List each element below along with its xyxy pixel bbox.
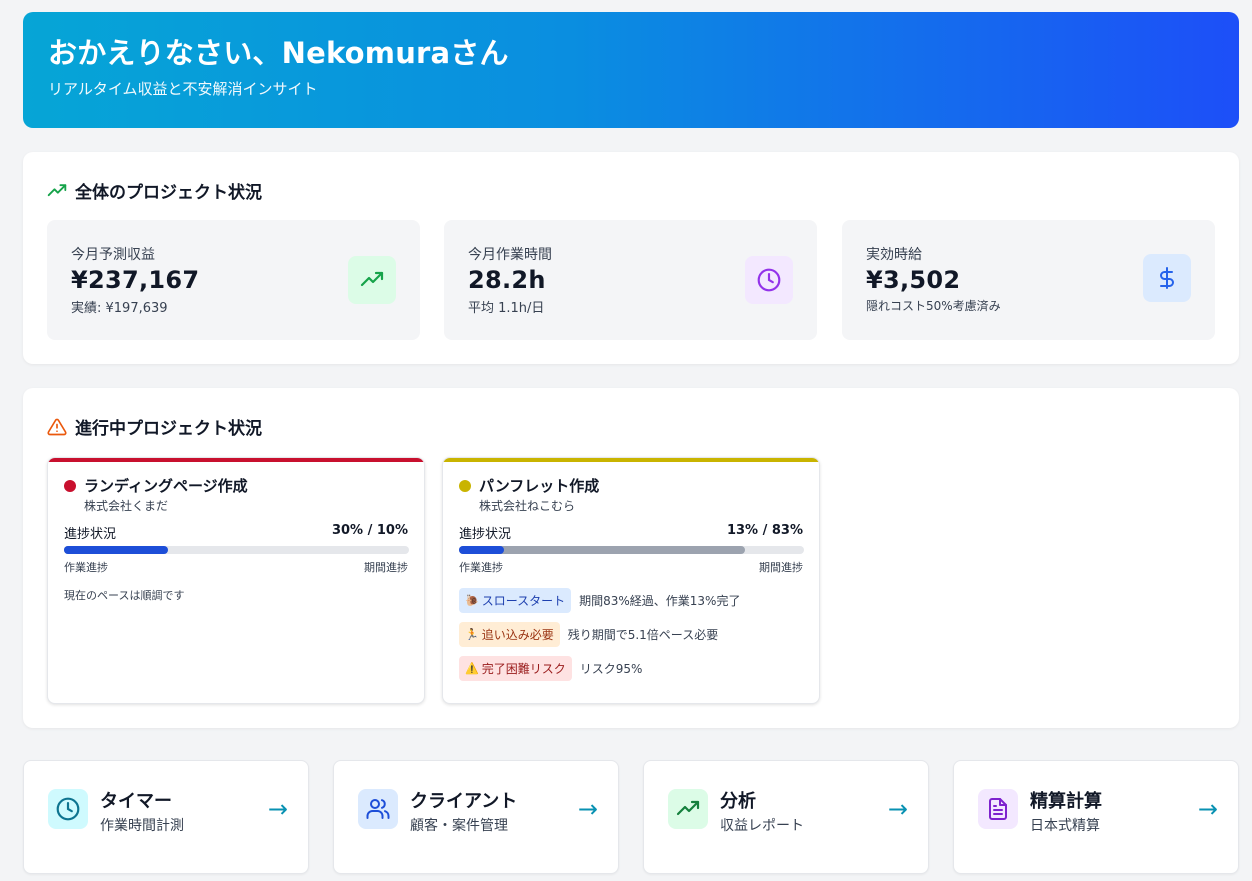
progress-label: 進捗状況 [64, 527, 117, 542]
pace-note: 現在のペースは順調です [64, 589, 185, 602]
period-progress-caption: 期間進捗 [364, 561, 408, 574]
dollar-icon [1143, 254, 1191, 302]
nav-subtitle: 作業時間計測 [100, 818, 184, 834]
nav-card-analytics[interactable]: 分析 収益レポート → [643, 760, 929, 874]
stat-work-hours: 今月作業時間 28.2h 平均 1.1h/日 [444, 220, 817, 340]
slow-start-badge: 🐌 スロースタート [459, 588, 572, 613]
nav-card-clients[interactable]: クライアント 顧客・案件管理 → [333, 760, 619, 874]
risk-badge: ⚠️ 完了困難リスク [459, 656, 572, 681]
trending-up-icon [47, 183, 67, 196]
insight-row-slow-start: 🐌 スロースタート 期間83%経過、作業13%完了 [459, 588, 740, 613]
status-bar [48, 458, 424, 462]
nav-title: 精算計算 [1030, 791, 1102, 812]
period-progress-caption: 期間進捗 [759, 561, 803, 574]
project-name: パンフレット作成 [479, 477, 600, 495]
work-progress-bar [459, 546, 504, 554]
nav-subtitle: 顧客・案件管理 [410, 818, 508, 834]
project-client: 株式会社くまだ [84, 499, 169, 513]
document-icon [978, 789, 1018, 829]
arrow-right-icon: → [577, 795, 598, 823]
arrow-right-icon: → [1197, 795, 1218, 823]
nav-title: タイマー [100, 791, 172, 812]
progress-track [64, 546, 409, 554]
nav-title: 分析 [720, 791, 756, 812]
arrow-right-icon: → [267, 795, 288, 823]
users-icon [358, 789, 398, 829]
project-card-pamphlet[interactable]: パンフレット作成 株式会社ねこむら 進捗状況 13% / 83% 作業進捗 期間… [442, 457, 820, 704]
overview-card: 全体のプロジェクト状況 今月予測収益 ¥237,167 実績: ¥197,639… [23, 152, 1239, 364]
progress-track [459, 546, 804, 554]
work-progress-caption: 作業進捗 [64, 561, 108, 574]
projects-card: 進行中プロジェクト状況 ランディングページ作成 株式会社くまだ 進捗状況 30%… [23, 388, 1239, 728]
insight-row-risk: ⚠️ 完了困難リスク リスク95% [459, 656, 642, 681]
warning-icon [47, 418, 67, 435]
progress-value: 30% / 10% [331, 523, 408, 538]
catch-up-badge: 🏃 追い込み必要 [459, 622, 560, 647]
trending-up-icon [348, 256, 396, 304]
trending-up-icon [668, 789, 708, 829]
project-client: 株式会社ねこむら [479, 499, 576, 513]
nav-card-settlement[interactable]: 精算計算 日本式精算 → [953, 760, 1239, 874]
clock-icon [745, 256, 793, 304]
runner-icon: 🏃 [465, 628, 479, 641]
status-dot [459, 480, 471, 492]
welcome-heading: おかえりなさい、Nekomuraさん [48, 36, 509, 70]
nav-subtitle: 収益レポート [720, 818, 804, 834]
welcome-subtitle: リアルタイム収益と不安解消インサイト [48, 80, 318, 98]
projects-title: 進行中プロジェクト状況 [47, 414, 262, 439]
nav-card-timer[interactable]: タイマー 作業時間計測 → [23, 760, 309, 874]
stat-projected-revenue: 今月予測収益 ¥237,167 実績: ¥197,639 [47, 220, 420, 340]
nav-subtitle: 日本式精算 [1030, 818, 1100, 834]
status-dot [64, 480, 76, 492]
project-name: ランディングページ作成 [84, 477, 248, 495]
warning-icon: ⚠️ [465, 662, 479, 675]
work-progress-caption: 作業進捗 [459, 561, 503, 574]
clock-icon [48, 789, 88, 829]
project-card-landing-page[interactable]: ランディングページ作成 株式会社くまだ 進捗状況 30% / 10% 作業進捗 … [47, 457, 425, 704]
overview-title: 全体のプロジェクト状況 [47, 178, 262, 203]
nav-title: クライアント [410, 791, 518, 812]
work-progress-bar [64, 546, 168, 554]
insight-row-catch-up: 🏃 追い込み必要 残り期間で5.1倍ペース必要 [459, 622, 718, 647]
status-bar [443, 458, 819, 462]
welcome-banner: おかえりなさい、Nekomuraさん リアルタイム収益と不安解消インサイト [23, 12, 1239, 128]
snail-icon: 🐌 [465, 594, 479, 607]
arrow-right-icon: → [887, 795, 908, 823]
stat-effective-rate: 実効時給 ¥3,502 隠れコスト50%考慮済み [842, 220, 1215, 340]
progress-label: 進捗状況 [459, 527, 512, 542]
progress-value: 13% / 83% [726, 523, 803, 538]
